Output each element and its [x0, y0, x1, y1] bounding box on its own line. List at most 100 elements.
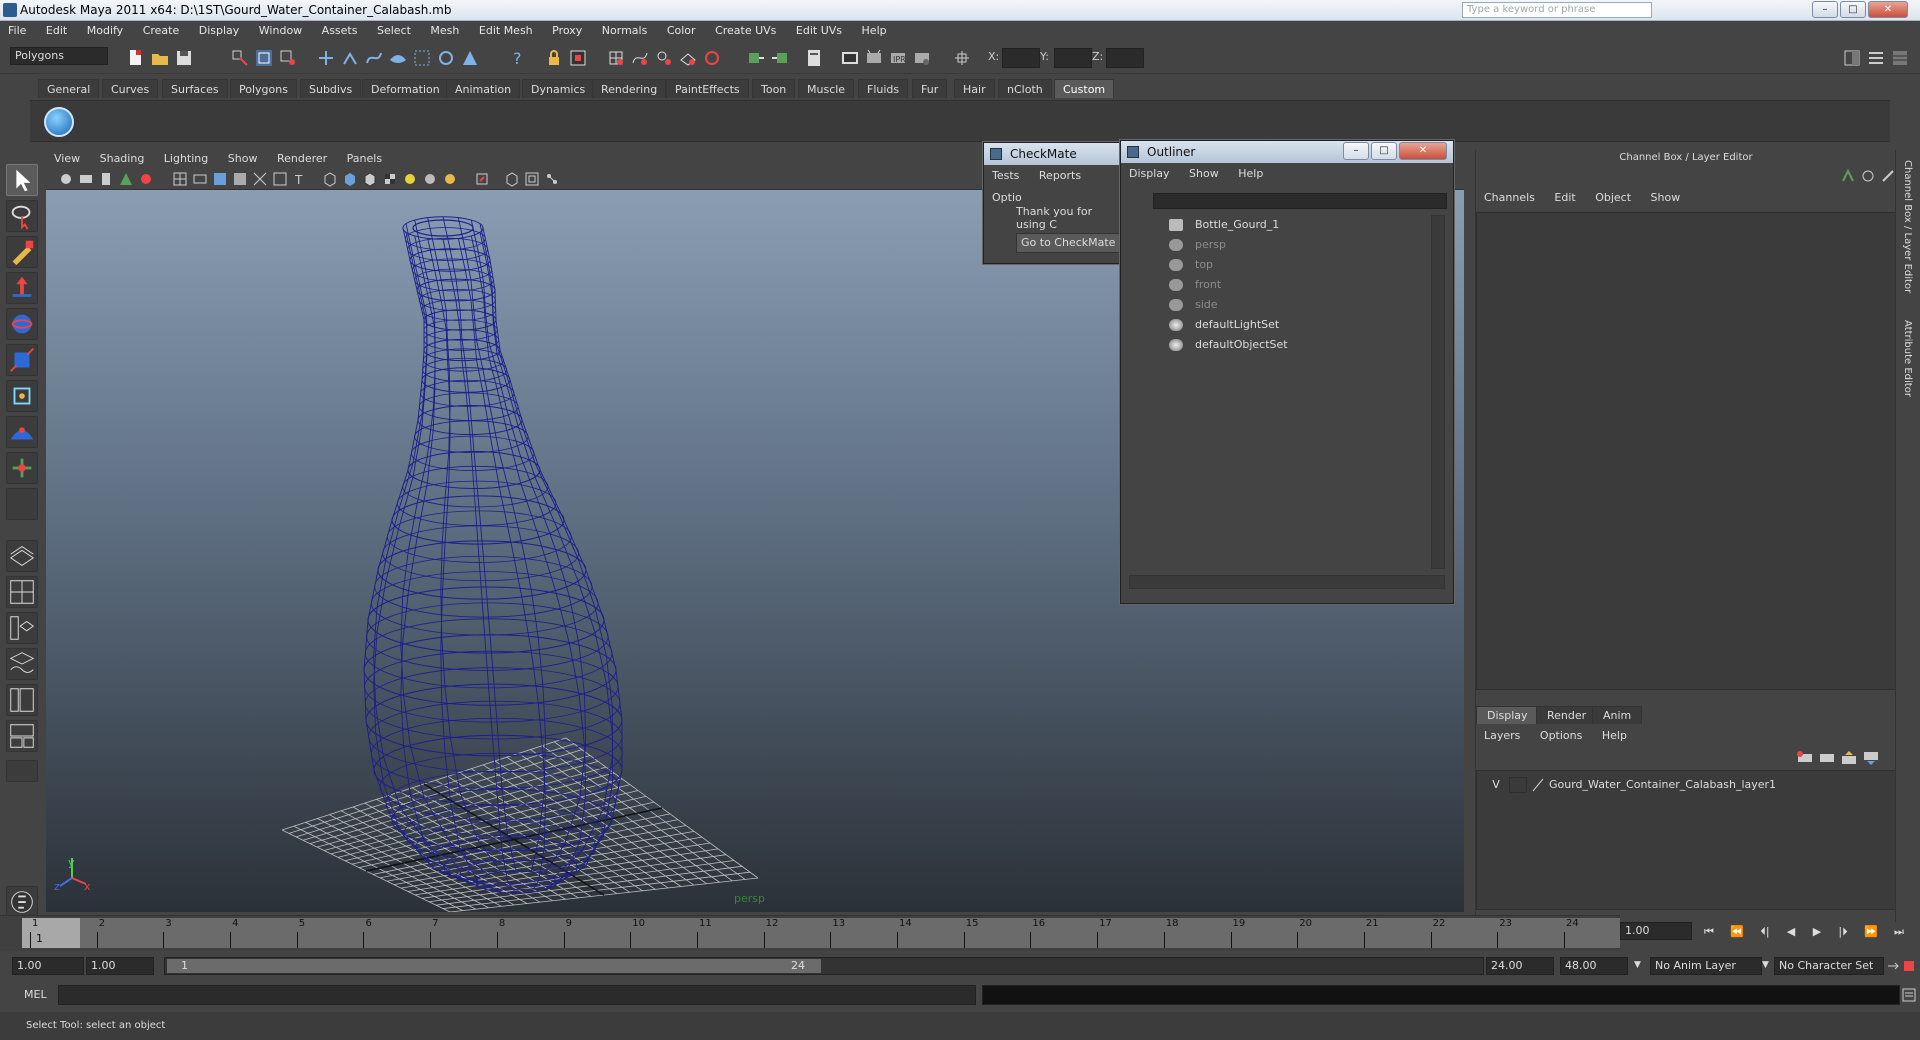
select-camera-icon[interactable]	[58, 171, 74, 187]
layer-tab-display[interactable]: Display	[1476, 706, 1539, 724]
menu-edit[interactable]: Edit	[38, 21, 75, 41]
layer-menu-help[interactable]: Help	[1594, 726, 1635, 746]
panel-menu-show[interactable]: Show	[220, 150, 266, 168]
menu-assets[interactable]: Assets	[314, 21, 366, 41]
step-forward-key-button[interactable]: ⏩	[1862, 924, 1880, 940]
current-frame-field[interactable]: 1.00	[1620, 922, 1692, 940]
select-surfaces-icon[interactable]	[388, 48, 408, 68]
new-scene-icon[interactable]	[126, 48, 146, 68]
isolate-select-icon[interactable]	[504, 171, 520, 187]
channel-box-manipulator-icon[interactable]	[1880, 168, 1896, 184]
layout-options-slot[interactable]	[6, 760, 38, 782]
go-to-checkmate-forum-button[interactable]: Go to CheckMate Fo	[1016, 233, 1122, 253]
all-lights-icon[interactable]	[422, 171, 438, 187]
menu-create-uvs[interactable]: Create UVs	[707, 21, 784, 41]
step-forward-frame-button[interactable]: |⏵	[1834, 924, 1852, 940]
select-joints-icon[interactable]	[340, 48, 360, 68]
time-slider[interactable]: 1 1 2 3 4 5 6 7 8 9 10 11 12 13 14 15 16 17 18 19 20 21 22 23 2…	[0, 915, 1620, 951]
persp-outliner-graph-layout-icon[interactable]	[6, 720, 38, 752]
side-tab-attribute-editor[interactable]: Attribute Editor	[1902, 320, 1913, 397]
outliner-item[interactable]: Bottle_Gourd_1	[1169, 215, 1279, 235]
menu-color[interactable]: Color	[659, 21, 704, 41]
select-deformations-icon[interactable]	[412, 48, 432, 68]
lasso-tool-icon[interactable]	[6, 200, 38, 232]
layer-tab-render[interactable]: Render	[1536, 706, 1598, 724]
animation-preferences-icon[interactable]	[1902, 959, 1916, 973]
menu-proxy[interactable]: Proxy	[544, 21, 590, 41]
channels-menu-channels[interactable]: Channels	[1476, 188, 1543, 208]
toggle-tool-settings-icon[interactable]	[1866, 48, 1886, 68]
end-time-field[interactable]: 48.00	[1560, 957, 1628, 975]
render-view-icon[interactable]	[840, 48, 860, 68]
script-editor-button-icon[interactable]	[1902, 988, 1916, 1002]
camera-attributes-icon[interactable]	[78, 171, 94, 187]
menu-modify[interactable]: Modify	[79, 21, 131, 41]
panel-menu-renderer[interactable]: Renderer	[269, 150, 335, 168]
channels-menu-object[interactable]: Object	[1587, 188, 1639, 208]
outliner-vertical-scrollbar[interactable]	[1431, 215, 1445, 569]
save-scene-icon[interactable]	[174, 48, 194, 68]
shelf-tab-hair[interactable]: Hair	[954, 79, 995, 98]
menu-window[interactable]: Window	[251, 21, 310, 41]
shelf-tab-polygons[interactable]: Polygons	[230, 79, 297, 98]
select-dynamics-icon[interactable]	[436, 48, 456, 68]
checkmate-shelf-icon[interactable]	[44, 107, 74, 137]
select-tool-icon[interactable]	[6, 164, 38, 196]
shelf-tab-general[interactable]: General	[38, 79, 100, 98]
command-language-toggle[interactable]: MEL	[24, 988, 47, 1001]
scale-tool-icon[interactable]	[6, 344, 38, 376]
panel-menu-lighting[interactable]: Lighting	[156, 150, 216, 168]
x-field[interactable]	[1002, 48, 1040, 68]
shelf-tab-muscle[interactable]: Muscle	[798, 79, 855, 98]
question-icon[interactable]: ?	[508, 48, 528, 68]
menuset-dropdown[interactable]: Polygons	[10, 47, 108, 65]
persp-graph-layout-icon[interactable]	[6, 648, 38, 680]
shelf-tab-subdivs[interactable]: Subdivs	[300, 79, 362, 98]
outliner-item[interactable]: top	[1169, 255, 1213, 275]
layer-display-type-toggle[interactable]	[1509, 777, 1527, 793]
z-field[interactable]	[1106, 48, 1144, 68]
channel-box-key-icon[interactable]	[1840, 168, 1856, 184]
open-scene-icon[interactable]	[150, 48, 170, 68]
command-input[interactable]	[58, 985, 976, 1005]
channels-menu-edit[interactable]: Edit	[1546, 188, 1583, 208]
shadows-icon[interactable]	[442, 171, 458, 187]
play-forwards-button[interactable]: ▶	[1808, 924, 1826, 940]
go-to-end-button[interactable]: ⏭	[1890, 924, 1908, 940]
make-live-icon[interactable]	[702, 48, 722, 68]
select-rendering-icon[interactable]	[460, 48, 480, 68]
layer-color-icon[interactable]	[1531, 777, 1545, 793]
start-time-field[interactable]: 1.00	[12, 957, 84, 975]
play-backwards-button[interactable]: ◀	[1782, 924, 1800, 940]
outliner-item[interactable]: persp	[1169, 235, 1226, 255]
xray-icon[interactable]	[474, 171, 490, 187]
shelf-tab-fluids[interactable]: Fluids	[858, 79, 909, 98]
menu-edit-mesh[interactable]: Edit Mesh	[471, 21, 541, 41]
panel-menu-panels[interactable]: Panels	[339, 150, 390, 168]
textured-icon[interactable]	[382, 171, 398, 187]
image-plane-icon[interactable]	[118, 171, 134, 187]
minimize-button[interactable]: –	[1812, 1, 1838, 18]
default-lighting-icon[interactable]	[402, 171, 418, 187]
help-search-input[interactable]: Type a keyword or phrase	[1462, 2, 1652, 18]
input-ops-icon[interactable]	[746, 48, 766, 68]
range-slider-track[interactable]: 1 24	[164, 957, 1484, 975]
step-back-frame-button[interactable]: ⏴|	[1756, 924, 1774, 940]
select-handles-icon[interactable]	[316, 48, 336, 68]
go-to-start-button[interactable]: ⏮	[1700, 924, 1718, 940]
anim-layer-dropdown[interactable]: No Anim Layer	[1650, 957, 1762, 975]
playback-start-field[interactable]: 1.00	[86, 957, 154, 975]
script-editor-icon[interactable]	[6, 886, 38, 918]
anim-layer-dropdown-arrow-icon[interactable]: ▼	[1634, 960, 1641, 970]
outliner-menu-help[interactable]: Help	[1230, 163, 1271, 185]
soft-modification-icon[interactable]	[6, 416, 38, 448]
snap-view-plane-icon[interactable]	[678, 48, 698, 68]
absolute-transform-icon[interactable]	[952, 48, 972, 68]
shelf-tab-painteffects[interactable]: PaintEffects	[666, 79, 749, 98]
resolution-gate-icon[interactable]	[212, 171, 228, 187]
film-gate-icon[interactable]	[192, 171, 208, 187]
menu-select[interactable]: Select	[369, 21, 419, 41]
panel-menu-shading[interactable]: Shading	[92, 150, 153, 168]
toggle-channel-box-icon[interactable]	[1890, 48, 1910, 68]
lock-selection-icon[interactable]	[544, 48, 564, 68]
